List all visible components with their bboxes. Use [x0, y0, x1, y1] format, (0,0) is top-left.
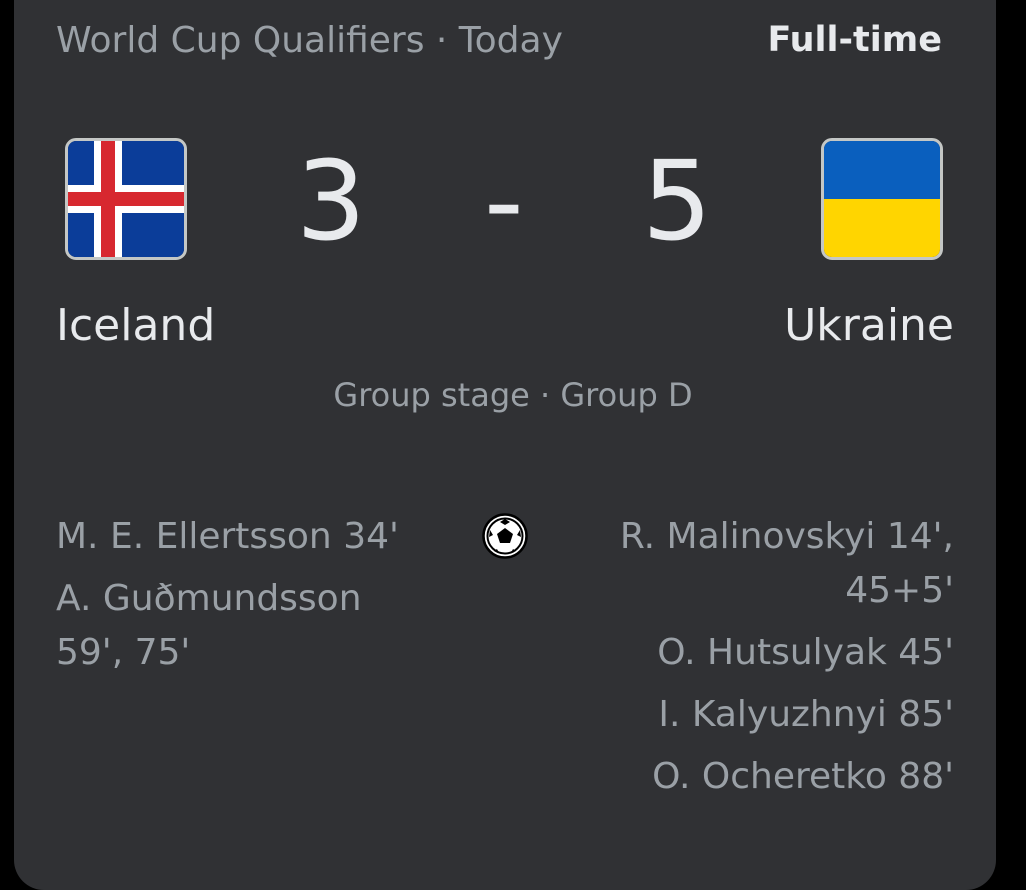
- away-score: 5: [642, 137, 712, 265]
- away-team-name[interactable]: Ukraine: [784, 300, 954, 351]
- iceland-flag-icon: [65, 138, 187, 260]
- away-scorer: I. Kalyuzhnyi 85': [658, 694, 954, 735]
- away-scorer: R. Malinovskyi 14', 45+5': [619, 516, 954, 611]
- away-scorer: O. Hutsulyak 45': [657, 632, 954, 673]
- home-score: 3: [296, 137, 366, 265]
- away-scorer: O. Ocheretko 88': [652, 756, 954, 797]
- home-scorers-list: M. E. Ellertsson 34' A. Guðmundsson 59',…: [56, 510, 416, 688]
- away-scorers-list: R. Malinovskyi 14', 45+5' O. Hutsulyak 4…: [594, 510, 954, 812]
- home-scorer: M. E. Ellertsson 34': [56, 516, 399, 557]
- match-status: Full-time: [767, 20, 942, 60]
- competition-label: World Cup Qualifiers · Today: [56, 20, 563, 61]
- ukraine-flag-icon: [821, 138, 943, 260]
- home-scorer: A. Guðmundsson 59', 75': [56, 578, 362, 673]
- home-team-name[interactable]: Iceland: [56, 300, 215, 351]
- score-separator: -: [484, 137, 524, 265]
- group-stage-label: Group stage · Group D: [333, 376, 693, 414]
- soccer-ball-icon: [482, 513, 528, 559]
